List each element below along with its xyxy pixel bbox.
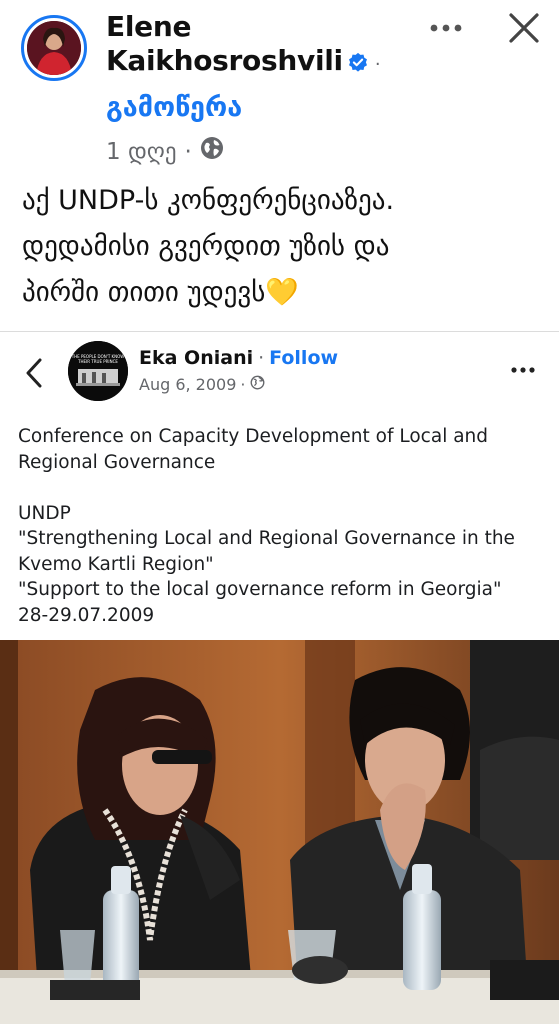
author-last-name-row: Kaikhosroshvili · (106, 44, 406, 82)
shared-author-avatar[interactable]: THE PEOPLE DON'T KNOW THEIR TRUE PRINCE (68, 341, 128, 401)
post-text-line: აქ UNDP-ს კონფერენციაზეა. (22, 185, 395, 216)
shared-text-line: Regional Governance (18, 451, 216, 473)
shared-post-date[interactable]: Aug 6, 2009 (139, 374, 236, 396)
avatar-caption: THEIR TRUE PRINCE (77, 359, 118, 364)
shared-text-line: "Support to the local governance reform … (18, 579, 502, 600)
name-separator: · (374, 54, 381, 75)
shared-post-body: Conference on Capacity Development of Lo… (18, 424, 548, 628)
post-meta: 1 დღე · (106, 136, 224, 168)
globe-icon[interactable] (200, 136, 224, 168)
more-options-icon[interactable] (428, 14, 468, 42)
author-first-name: Elene (106, 10, 192, 43)
shared-author-row: Eka Oniani · Follow (139, 346, 338, 370)
separator: · (258, 347, 265, 369)
post-header: Elene Kaikhosroshvili · გამოწერა 1 დღე · (0, 0, 559, 172)
post-text-line: დედამისი გვერდით უზის და (22, 231, 390, 262)
shared-text-line: Conference on Capacity Development of Lo… (18, 426, 489, 447)
author-avatar[interactable] (21, 15, 87, 81)
shared-photo[interactable] (0, 640, 559, 1024)
meta-separator: · (184, 139, 192, 165)
follow-button[interactable]: Follow (269, 346, 338, 370)
subscribe-button[interactable]: გამოწერა (106, 90, 242, 126)
globe-icon (250, 374, 265, 396)
verified-badge-icon (347, 48, 369, 72)
post-time[interactable]: 1 დღე (106, 137, 177, 167)
close-icon[interactable] (505, 9, 543, 47)
shared-post-header: THE PEOPLE DON'T KNOW THEIR TRUE PRINCE … (0, 332, 559, 417)
shared-author-name[interactable]: Eka Oniani (139, 346, 253, 370)
shared-text-line: 28-29.07.2009 (18, 604, 155, 626)
author-name[interactable]: Elene Kaikhosroshvili · (106, 10, 406, 82)
separator: · (240, 375, 246, 394)
more-options-icon[interactable] (508, 360, 542, 380)
shared-text-line: Kvemo Kartli Region" (18, 553, 214, 575)
post-text-line: პირში თითი უდევს💛 (22, 277, 299, 308)
shared-post-meta: Aug 6, 2009 · (139, 374, 265, 396)
author-last-name: Kaikhosroshvili (106, 44, 343, 77)
shared-text-line: "Strengthening Local and Regional Govern… (18, 528, 515, 549)
chevron-left-icon[interactable] (20, 354, 48, 392)
post-body: აქ UNDP-ს კონფერენციაზეა. დედამისი გვერდ… (22, 178, 547, 316)
shared-text-line: UNDP (18, 502, 71, 524)
